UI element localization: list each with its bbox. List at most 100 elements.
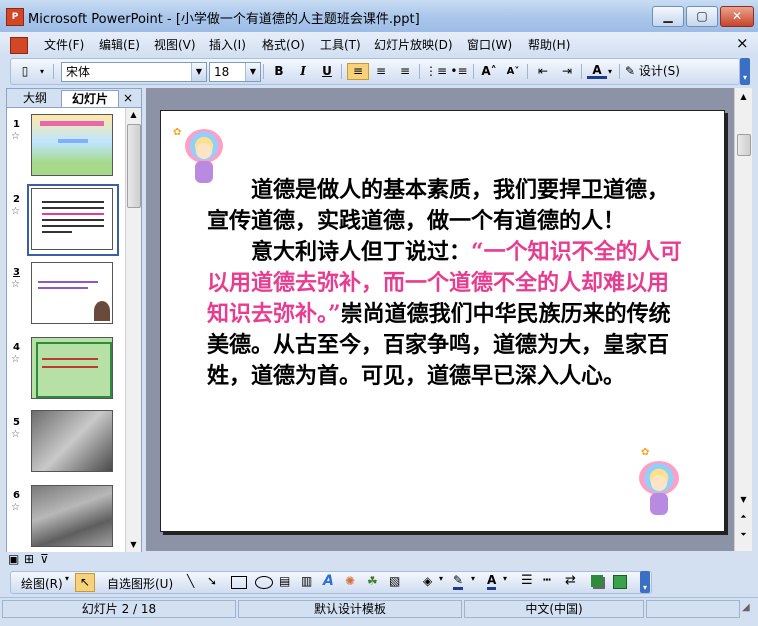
- menu-format[interactable]: 格式(O): [262, 36, 305, 53]
- chevron-down-icon[interactable]: ▾: [471, 574, 475, 583]
- menu-bar: 文件(F) 编辑(E) 视图(V) 插入(I) 格式(O) 工具(T) 幻灯片放…: [0, 32, 758, 56]
- thumbnail-image: [94, 301, 110, 321]
- align-center-icon[interactable]: ≡: [371, 63, 391, 80]
- scroll-down-icon[interactable]: ▼: [737, 494, 750, 506]
- drawbar-overflow-button[interactable]: ▾: [640, 571, 650, 593]
- menu-edit[interactable]: 编辑(E): [99, 36, 140, 53]
- chevron-down-icon[interactable]: ▾: [503, 574, 507, 583]
- previous-slide-icon[interactable]: ⏶: [737, 510, 750, 524]
- vertical-textbox-icon[interactable]: ▥: [301, 574, 312, 588]
- menu-insert[interactable]: 插入(I): [209, 36, 246, 53]
- menu-slideshow[interactable]: 幻灯片放映(D): [374, 36, 453, 53]
- pane-close-button[interactable]: ×: [123, 90, 133, 106]
- document-icon[interactable]: [10, 37, 28, 54]
- slideshow-icon[interactable]: ⊽: [40, 552, 49, 566]
- menu-tools[interactable]: 工具(T): [320, 36, 361, 53]
- chevron-down-icon[interactable]: ▼: [245, 63, 260, 81]
- picture-icon[interactable]: ▧: [389, 574, 400, 588]
- align-right-icon[interactable]: ≡: [395, 63, 415, 80]
- toolbar-separator: [527, 64, 528, 79]
- chevron-down-icon[interactable]: ▾: [65, 574, 69, 583]
- diagram-icon[interactable]: ✺: [345, 574, 355, 588]
- rectangle-icon[interactable]: [231, 576, 247, 589]
- scroll-thumb[interactable]: [737, 134, 751, 156]
- menu-file[interactable]: 文件(F): [44, 36, 84, 53]
- slide-scrollbar[interactable]: ▲ ▼ ⏶ ⏷: [734, 88, 752, 551]
- scroll-up-icon[interactable]: ▲: [737, 90, 750, 104]
- thumbnail-title-bar: [40, 121, 104, 126]
- align-left-icon[interactable]: ≡: [347, 63, 369, 80]
- maximize-icon: ▢: [696, 9, 708, 23]
- slide-body-text[interactable]: 道德是做人的基本素质，我们要捍卫道德，宣传道德，实践道德，做一个有道德的人！ 意…: [207, 175, 685, 392]
- toolbar-overflow-button[interactable]: ▾: [740, 58, 750, 85]
- shadow-style-icon[interactable]: [591, 575, 603, 587]
- dash-style-icon[interactable]: ┅: [543, 573, 551, 588]
- font-name-combo[interactable]: 宋体 ▼: [61, 62, 207, 82]
- thumbnail-text-line: [42, 366, 98, 368]
- toolbar-strip: ▯ ▾ 宋体 ▼ 18 ▼ B I U ≡ ≡ ≡ ⋮≡ •≡ A˄ A˅ ⇤ …: [10, 58, 740, 85]
- font-size-combo[interactable]: 18 ▼: [209, 62, 261, 82]
- bold-button[interactable]: B: [269, 63, 289, 80]
- toolbar-separator: [341, 64, 342, 79]
- normal-view-icon[interactable]: ▣: [8, 552, 19, 566]
- thumbnail-subtitle-bar: [58, 139, 88, 143]
- 3d-style-icon[interactable]: [613, 575, 627, 589]
- scroll-thumb[interactable]: [127, 124, 141, 208]
- slide-thumbnail-6[interactable]: [31, 485, 113, 547]
- next-slide-icon[interactable]: ⏷: [737, 528, 750, 542]
- tab-slides[interactable]: 幻灯片: [61, 90, 119, 107]
- oval-icon[interactable]: [255, 576, 273, 589]
- wordart-icon[interactable]: A: [323, 573, 334, 589]
- slide-thumbnail-3[interactable]: [31, 262, 113, 324]
- font-color-icon[interactable]: A: [487, 573, 497, 590]
- arrow-style-icon[interactable]: ⇄: [565, 573, 576, 588]
- new-icon[interactable]: ▯: [15, 63, 35, 80]
- numbering-icon[interactable]: ⋮≡: [425, 63, 447, 80]
- slide-thumbnail-5[interactable]: [31, 410, 113, 472]
- line-icon[interactable]: ╲: [187, 574, 194, 588]
- chevron-down-icon[interactable]: ▾: [439, 574, 443, 583]
- language-indicator: 中文(中国): [464, 600, 644, 618]
- slides-scrollbar[interactable]: ▲ ▼: [125, 108, 141, 552]
- close-button[interactable]: ✕: [720, 6, 754, 27]
- decrease-font-icon[interactable]: A˅: [503, 63, 523, 80]
- minimize-button[interactable]: ▁: [652, 6, 684, 27]
- fill-color-icon[interactable]: ◈: [423, 574, 432, 588]
- design-button[interactable]: ✎ 设计(S): [625, 63, 680, 80]
- chevron-down-icon[interactable]: ▾: [605, 63, 615, 80]
- arrow-icon[interactable]: ➘: [207, 574, 217, 588]
- menu-window[interactable]: 窗口(W): [467, 36, 512, 53]
- tab-outline[interactable]: 大纲: [13, 90, 57, 106]
- slide-number: 4: [13, 342, 20, 353]
- slide-sorter-icon[interactable]: ⊞: [24, 552, 34, 566]
- scroll-down-icon[interactable]: ▼: [127, 538, 140, 552]
- clipart-icon[interactable]: ☘: [367, 574, 378, 588]
- chevron-down-icon[interactable]: ▼: [191, 63, 206, 81]
- powerpoint-icon[interactable]: P: [6, 8, 24, 26]
- underline-button[interactable]: U: [317, 63, 337, 80]
- autoshapes-menu-button[interactable]: 自选图形(U): [107, 575, 173, 592]
- font-color-button[interactable]: A: [587, 63, 607, 79]
- line-color-icon[interactable]: ✎: [453, 573, 464, 590]
- textbox-icon[interactable]: ▤: [279, 574, 290, 588]
- draw-menu-button[interactable]: 绘图(R): [21, 575, 63, 592]
- increase-font-icon[interactable]: A˄: [479, 63, 499, 80]
- line-style-icon[interactable]: ☰: [521, 573, 533, 588]
- decrease-indent-icon[interactable]: ⇤: [533, 63, 553, 80]
- menu-help[interactable]: 帮助(H): [528, 36, 570, 53]
- current-slide[interactable]: ✿ 道德是做人的基本素质，我们要捍卫道德，宣传道德，实践道德，做一个有道德的人！…: [160, 110, 725, 532]
- document-close-button[interactable]: ×: [736, 34, 749, 52]
- paragraph-2: 意大利诗人但丁说过：“一个知识不全的人可以用道德去弥补，而一个道德不全的人却难以…: [207, 237, 685, 392]
- select-arrow-icon[interactable]: ↖: [75, 573, 95, 592]
- maximize-button[interactable]: ▢: [686, 6, 718, 27]
- resize-grip-icon[interactable]: ◢: [742, 602, 750, 613]
- slide-thumbnail-4[interactable]: [31, 337, 113, 399]
- bullets-icon[interactable]: •≡: [449, 63, 469, 80]
- italic-button[interactable]: I: [293, 63, 313, 80]
- increase-indent-icon[interactable]: ⇥: [557, 63, 577, 80]
- slide-thumbnail-2[interactable]: [31, 188, 113, 250]
- slide-thumbnail-1[interactable]: [31, 114, 113, 176]
- toolbar-options-icon[interactable]: ▾: [37, 63, 47, 80]
- menu-view[interactable]: 视图(V): [154, 36, 196, 53]
- scroll-up-icon[interactable]: ▲: [127, 108, 140, 122]
